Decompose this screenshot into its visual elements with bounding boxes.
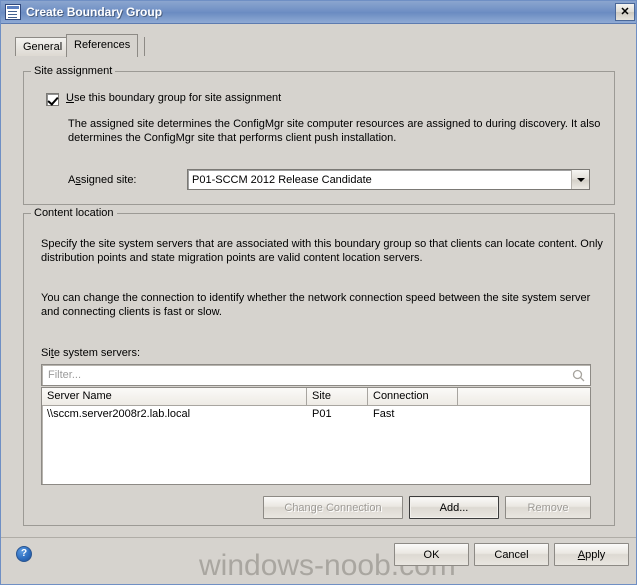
site-assignment-group-title: Site assignment <box>31 65 116 77</box>
content-location-description-line1: Specify the site system servers that are… <box>41 238 603 250</box>
content-location-description-line3: You can change the connection to identif… <box>41 292 591 304</box>
title-bar: Create Boundary Group ✕ <box>1 1 636 24</box>
site-assignment-group: Site assignment Use this boundary group … <box>23 65 615 205</box>
arrow-down-glyph <box>576 177 585 182</box>
chevron-down-icon[interactable] <box>571 170 589 189</box>
use-boundary-group-label: Use this boundary group for site assignm… <box>66 92 281 104</box>
remove-button[interactable]: Remove <box>505 496 591 519</box>
window-document-icon <box>5 4 21 20</box>
cell-blank <box>458 406 590 422</box>
site-assignment-description-line2: determines the ConfigMgr site that perfo… <box>68 132 397 144</box>
table-row[interactable]: \\sccm.server2008r2.lab.local P01 Fast <box>42 406 590 422</box>
column-header-server-name[interactable]: Server Name <box>42 388 307 405</box>
content-location-description-line4: and connecting clients is fast or slow. <box>41 306 222 318</box>
apply-button[interactable]: Apply <box>554 543 629 566</box>
ok-button[interactable]: OK <box>394 543 469 566</box>
tab-strip: General References <box>15 34 624 57</box>
site-system-servers-list[interactable]: Server Name Site Connection \\sccm.serve… <box>41 387 591 485</box>
create-boundary-group-dialog: Create Boundary Group ✕ General Referenc… <box>0 0 637 585</box>
help-icon[interactable]: ? <box>16 546 32 562</box>
filter-input[interactable]: Filter... <box>41 364 591 386</box>
list-header-row: Server Name Site Connection <box>42 388 590 406</box>
use-boundary-group-checkbox-row[interactable]: Use this boundary group for site assignm… <box>46 92 281 106</box>
list-label-rest: e system servers: <box>53 347 141 359</box>
content-location-description-line2: distribution points and state migration … <box>41 252 423 264</box>
list-label-prefix: Si <box>41 347 51 359</box>
search-icon[interactable] <box>566 369 590 382</box>
checkbox-label-rest: se this boundary group for site assignme… <box>73 92 282 104</box>
cell-site: P01 <box>312 408 332 420</box>
window-title: Create Boundary Group <box>26 5 163 19</box>
tab-references[interactable]: References <box>66 34 139 57</box>
content-location-group-title: Content location <box>31 207 117 219</box>
assigned-site-label: Assigned site: <box>68 173 137 187</box>
add-button[interactable]: Add... <box>409 496 499 519</box>
close-icon[interactable]: ✕ <box>615 3 635 21</box>
cancel-button[interactable]: Cancel <box>474 543 549 566</box>
tab-general[interactable]: General <box>15 37 71 56</box>
use-boundary-group-checkbox[interactable] <box>46 93 59 106</box>
assigned-site-value: P01-SCCM 2012 Release Candidate <box>192 173 372 186</box>
site-system-servers-label: Site system servers: <box>41 346 140 360</box>
apply-label-rest: pply <box>585 548 606 561</box>
column-header-connection[interactable]: Connection <box>368 388 458 405</box>
accel-char: A <box>577 548 586 561</box>
site-assignment-description-line1: The assigned site determines the ConfigM… <box>68 118 601 130</box>
assigned-site-label-rest: signed site: <box>80 174 137 186</box>
search-icon-svg <box>572 369 584 381</box>
cell-connection: Fast <box>373 408 395 420</box>
column-header-blank[interactable] <box>458 388 590 405</box>
accel-char: U <box>66 92 74 104</box>
filter-placeholder: Filter... <box>48 369 82 381</box>
footer-divider <box>1 537 636 538</box>
cell-server-name: \\sccm.server2008r2.lab.local <box>47 408 191 420</box>
assigned-site-dropdown[interactable]: P01-SCCM 2012 Release Candidate <box>187 169 590 190</box>
tab-strip-edge <box>144 37 148 56</box>
column-header-site[interactable]: Site <box>307 388 368 405</box>
change-connection-button[interactable]: Change Connection <box>263 496 403 519</box>
